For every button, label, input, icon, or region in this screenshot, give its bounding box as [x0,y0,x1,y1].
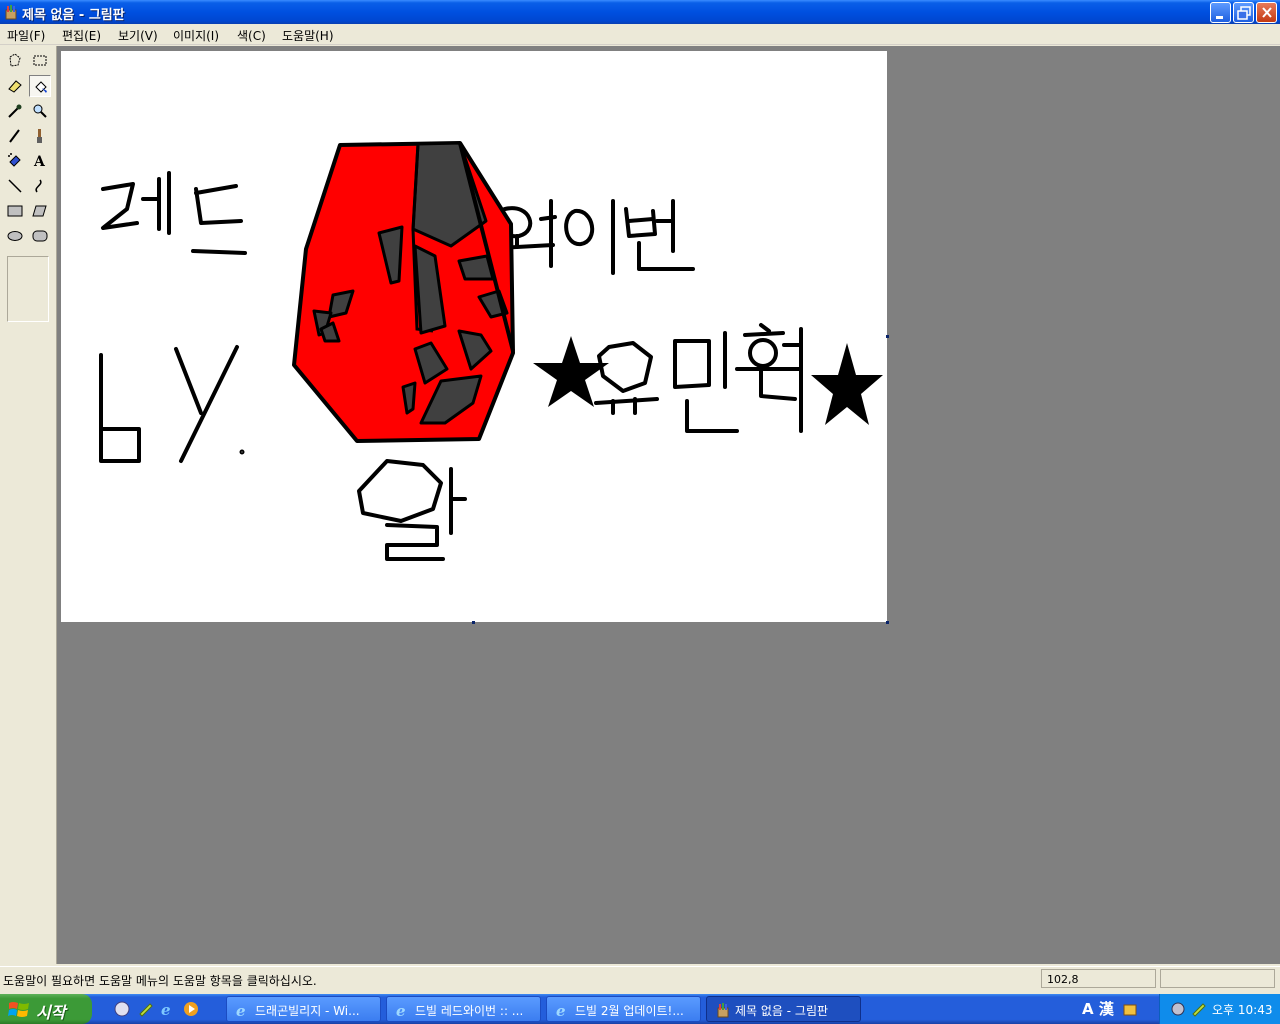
status-bar: 도움말이 필요하면 도움말 메뉴의 도움말 항목을 클릭하십시오. 102,8 [0,966,1280,990]
rounded-rectangle-icon [32,230,48,242]
ie-icon: e [556,1002,566,1018]
window-title: 제목 없음 - 그림판 [22,8,125,23]
task-button-2[interactable]: e 드빌 레드와이번 :: ... [386,996,541,1022]
ellipse-icon [7,231,23,241]
resize-handle-bottom[interactable] [472,621,475,624]
close-icon [1262,7,1272,18]
task-button-paint[interactable]: 제목 없음 - 그림판 [706,996,861,1022]
tray-app-icon[interactable] [1170,1001,1186,1017]
pencil-icon [9,129,20,143]
title-bar[interactable]: 제목 없음 - 그림판 [0,0,1280,24]
star-left [533,336,609,407]
airbrush-tool[interactable] [4,150,26,172]
rectangle-tool[interactable] [4,200,26,222]
polygon-icon [32,205,47,217]
ellipse-tool[interactable] [4,225,26,247]
restore-icon [1237,6,1251,20]
tool-options-box[interactable] [7,256,49,322]
rect-select-icon [33,55,47,66]
task-label: 드빌 2월 업데이트!... [575,1004,684,1018]
color-picker-tool[interactable] [4,100,26,122]
restore-button[interactable] [1233,2,1254,23]
ql-app-icon[interactable] [114,1001,130,1017]
brush-tool[interactable] [29,125,51,147]
paint-window: 제목 없음 - 그림판 파일(F) 편집(E) 보기(V) 이미지(I) 색(C… [0,0,1280,994]
ql-ie-icon[interactable]: e [160,1001,176,1017]
toolbox: A [0,46,57,964]
drawing-canvas[interactable] [61,51,887,622]
line-icon [8,179,22,193]
ie-icon: e [396,1002,406,1018]
minimize-button[interactable] [1210,2,1231,23]
polygon-tool[interactable] [29,200,51,222]
menu-image[interactable]: 이미지(I) [173,27,219,44]
free-select-icon [9,53,21,67]
resize-handle-right[interactable] [886,335,889,338]
task-button-1[interactable]: e 드래곤빌리지 - Wi... [226,996,381,1022]
text-icon: A [33,154,46,170]
curve-tool[interactable] [29,175,51,197]
eraser-icon [8,80,22,93]
task-label: 드빌 레드와이번 :: ... [415,1004,524,1018]
drawing [99,141,883,561]
eyedropper-icon [8,104,22,118]
language-indicator[interactable]: A 漢 [1082,998,1114,1019]
menu-bar: 파일(F) 편집(E) 보기(V) 이미지(I) 색(C) 도움말(H) [0,24,1280,45]
paint-icon [717,1003,729,1018]
menu-view[interactable]: 보기(V) [118,27,158,44]
svg-text:e: e [556,1002,566,1018]
rounded-rectangle-tool[interactable] [29,225,51,247]
ql-tool-icon[interactable] [137,1001,153,1017]
start-button[interactable]: 시작 [0,994,92,1024]
menu-colors[interactable]: 색(C) [237,27,266,44]
free-select-tool[interactable] [4,50,26,72]
status-help-text: 도움말이 필요하면 도움말 메뉴의 도움말 항목을 클릭하십시오. [3,974,317,988]
rect-select-tool[interactable] [29,50,51,72]
task-label: 드래곤빌리지 - Wi... [255,1004,360,1018]
svg-text:A: A [33,154,46,170]
clock[interactable]: 오후 10:43 [1212,1001,1272,1018]
menu-help[interactable]: 도움말(H) [282,27,334,44]
magnifier-tool[interactable] [29,100,51,122]
paint-app-icon [5,5,17,20]
svg-text:e: e [161,1001,171,1017]
curve-icon [35,179,42,193]
pencil-tool[interactable] [4,125,26,147]
rectangle-icon [7,205,23,217]
stroke-red-label [101,182,139,230]
ie-icon: e [236,1002,246,1018]
close-button[interactable] [1256,2,1277,23]
eraser-tool[interactable] [4,75,26,97]
paint-bucket-icon [35,81,47,93]
resize-handle-corner[interactable] [886,621,889,624]
star-right [811,343,883,425]
airbrush-icon [8,153,21,167]
minimize-icon [1216,16,1223,19]
fill-tool[interactable] [29,75,51,97]
taskbar: 시작 e e 드래곤빌리지 - Wi... e 드빌 레드와이번 :: ... … [0,994,1280,1024]
line-tool[interactable] [4,175,26,197]
ql-media-icon[interactable] [183,1001,199,1017]
menu-file[interactable]: 파일(F) [7,27,45,44]
start-label: 시작 [36,1003,66,1022]
text-tool[interactable]: A [29,150,51,172]
svg-text:e: e [236,1002,246,1018]
windows-logo-icon [8,1002,29,1017]
brush-icon [37,129,42,143]
stroke-name-label [597,341,653,393]
menu-edit[interactable]: 편집(E) [62,27,101,44]
magnifier-icon [33,104,47,118]
task-button-3[interactable]: e 드빌 2월 업데이트!... [546,996,701,1022]
ime-icon[interactable] [1122,1001,1138,1017]
status-coordinates: 102,8 [1041,969,1156,988]
status-selection-size [1160,969,1275,988]
tray-tool-icon[interactable] [1190,1001,1206,1017]
svg-text:e: e [396,1002,406,1018]
stroke-egg-label [357,459,443,523]
task-label: 제목 없음 - 그림판 [735,1004,829,1018]
stroke-by-label [99,353,141,463]
red-egg-drawing [292,141,515,443]
